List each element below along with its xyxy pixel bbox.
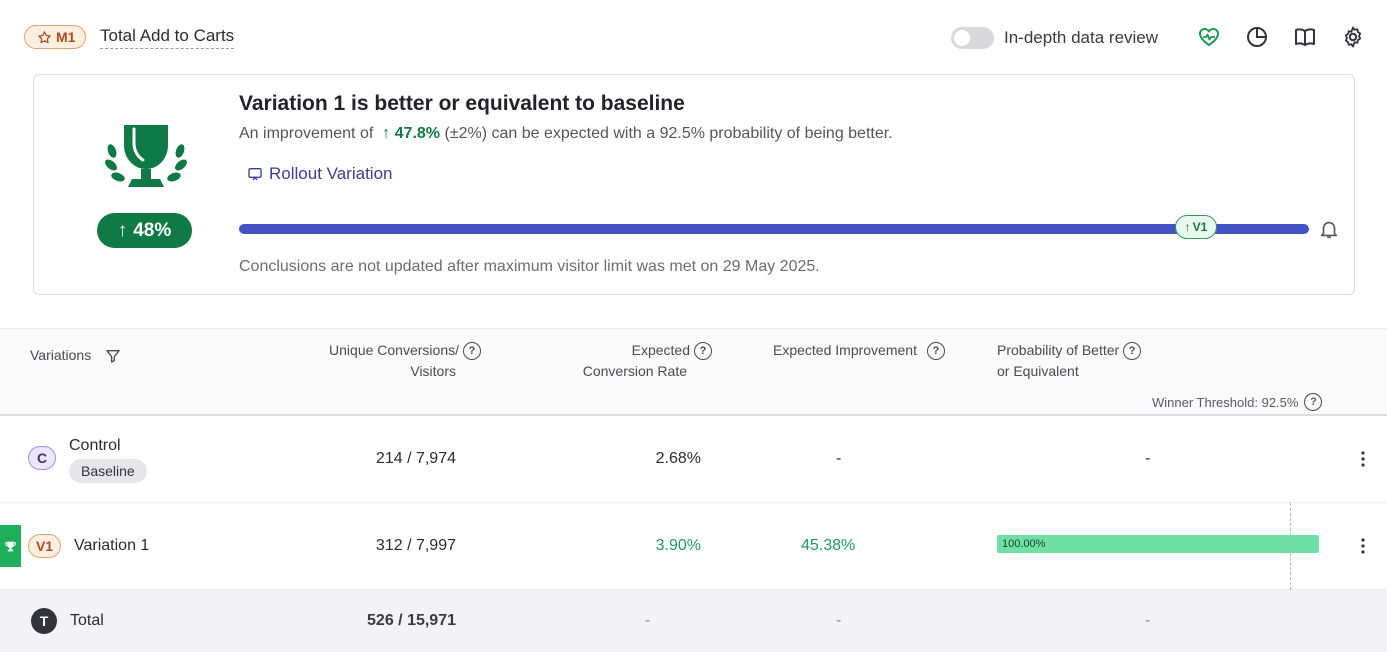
- control-avatar: C: [28, 446, 56, 470]
- lift-pill: ↑ 48%: [97, 213, 192, 248]
- improvement-value: 47.8%: [394, 125, 441, 142]
- visitor-progress-bar: [239, 224, 1309, 234]
- lift-value: 48%: [133, 219, 172, 241]
- conversions-value: 214 / 7,974: [375, 450, 456, 467]
- rollout-variation-button[interactable]: Rollout Variation: [247, 164, 392, 184]
- help-icon[interactable]: ?: [694, 342, 712, 361]
- help-icon[interactable]: ?: [1304, 393, 1323, 411]
- variations-header: Variations: [30, 345, 121, 366]
- probability-value: -: [1145, 450, 1151, 467]
- conversions-header-line2: Visitors: [410, 363, 456, 379]
- variation-name: Control: [69, 437, 121, 454]
- summary-prefix: An improvement of: [239, 125, 374, 142]
- improvement-header-label: Expected Improvement: [773, 342, 917, 358]
- help-icon[interactable]: ?: [463, 342, 481, 361]
- rate-value: 2.68%: [655, 450, 701, 467]
- summary-card: ↑ 48% Variation 1 is better or equivalen…: [33, 74, 1355, 295]
- arrow-up-icon: ↑: [117, 219, 128, 241]
- winner-threshold: Winner Threshold: 92.5%?: [1152, 393, 1323, 411]
- probability-header-line1: Probability of Better: [997, 342, 1120, 358]
- pie-chart-icon[interactable]: [1245, 25, 1269, 49]
- conversions-header-line1: Unique Conversions/: [329, 342, 459, 358]
- metric-badge: M1: [24, 25, 87, 49]
- toggle-knob: [954, 30, 970, 46]
- probability-header-line2: or Equivalent: [997, 363, 1079, 379]
- book-icon[interactable]: [1293, 25, 1317, 49]
- variation-name: Variation 1: [74, 537, 150, 554]
- rate-header-line2: Conversion Rate: [582, 363, 687, 379]
- total-rate: -: [645, 612, 651, 629]
- progress-v1-chip[interactable]: ↑ V1: [1175, 215, 1217, 239]
- total-avatar: T: [31, 608, 57, 634]
- summary-note: Conclusions are not updated after maximu…: [239, 258, 820, 275]
- bell-icon[interactable]: [1318, 218, 1340, 240]
- help-icon[interactable]: ?: [1123, 342, 1142, 361]
- header: M1 Total Add to Carts In-depth data revi…: [0, 0, 1387, 72]
- rate-value: 3.90%: [655, 537, 701, 554]
- table-row[interactable]: V1 Variation 1 312 / 7,997 3.90% 45.38% …: [0, 503, 1387, 590]
- probability-header: Probability of Better? or Equivalent: [997, 340, 1142, 382]
- conversions-value: 312 / 7,997: [375, 537, 456, 554]
- total-probability: -: [1145, 612, 1151, 629]
- summary-subtitle: An improvement of ↑ 47.8% (±2%) can be e…: [239, 125, 893, 143]
- probability-bar: 100.00%: [997, 535, 1319, 553]
- baseline-tag: Baseline: [69, 459, 147, 483]
- trophy-icon: [105, 125, 187, 187]
- conversions-header: Unique Conversions/? Visitors: [311, 340, 481, 382]
- total-row: T Total 526 / 15,971 - - -: [0, 590, 1387, 652]
- arrow-up-icon: ↑: [1184, 220, 1191, 234]
- help-icon[interactable]: ?: [926, 342, 945, 361]
- winner-threshold-label: Winner Threshold: 92.5%: [1152, 394, 1299, 410]
- total-name: Total: [70, 612, 104, 629]
- variations-header-label: Variations: [30, 347, 92, 363]
- gear-icon[interactable]: [1341, 25, 1365, 49]
- summary-title: Variation 1 is better or equivalent to b…: [239, 92, 685, 115]
- star-icon: [38, 30, 51, 43]
- rollout-label: Rollout Variation: [269, 164, 393, 183]
- improvement-header: Expected Improvement?: [773, 340, 945, 361]
- improvement-value: 45.38%: [801, 537, 856, 554]
- summary-suffix: (±2%) can be expected with a 92.5% proba…: [444, 125, 893, 142]
- variation1-avatar: V1: [28, 534, 61, 558]
- filter-icon[interactable]: [105, 348, 121, 364]
- in-depth-review-toggle[interactable]: [951, 27, 994, 49]
- winner-threshold-line: [1290, 503, 1291, 590]
- progress-chip-label: V1: [1192, 220, 1208, 234]
- rate-header-line1: Expected: [631, 342, 690, 358]
- health-heart-icon[interactable]: [1197, 25, 1221, 49]
- rate-header: Expected? Conversion Rate: [560, 340, 712, 382]
- toggle-label: In-depth data review: [1004, 28, 1159, 47]
- trophy-icon: [5, 541, 16, 551]
- table-row[interactable]: C Control Baseline 214 / 7,974 2.68% - -: [0, 417, 1387, 503]
- probability-bar-label: 100.00%: [1002, 538, 1046, 550]
- arrow-up-icon: ↑: [377, 125, 391, 142]
- winner-flag: [0, 525, 21, 567]
- rollout-icon: [248, 168, 262, 181]
- metric-badge-label: M1: [56, 29, 76, 45]
- kebab-menu-icon[interactable]: [1358, 450, 1368, 468]
- total-improvement: -: [836, 612, 842, 629]
- metric-title[interactable]: Total Add to Carts: [100, 26, 235, 49]
- kebab-menu-icon[interactable]: [1358, 537, 1368, 555]
- total-conversions: 526 / 15,971: [367, 612, 456, 629]
- improvement-value: -: [836, 450, 842, 467]
